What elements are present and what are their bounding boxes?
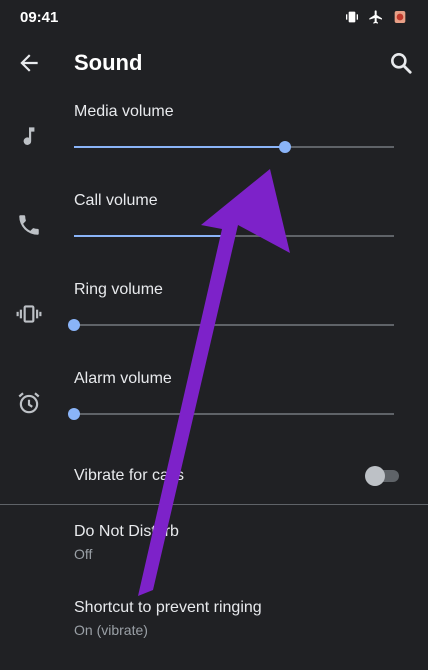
alarm-volume-slider[interactable] bbox=[68, 406, 394, 422]
status-icons bbox=[344, 9, 408, 25]
ring-volume-label: Ring volume bbox=[74, 281, 163, 298]
do-not-disturb-title[interactable]: Do Not Disturb bbox=[74, 523, 179, 541]
search-icon[interactable] bbox=[388, 50, 414, 76]
vibrate-for-calls-toggle[interactable] bbox=[365, 465, 399, 487]
alarm-volume-thumb[interactable] bbox=[68, 408, 80, 420]
vibrate-icon bbox=[16, 305, 42, 323]
call-volume-label: Call volume bbox=[74, 192, 158, 209]
divider bbox=[0, 504, 428, 505]
prevent-ringing-title[interactable]: Shortcut to prevent ringing bbox=[74, 599, 262, 617]
app-bar: Sound bbox=[0, 40, 428, 86]
arrow-back-icon[interactable] bbox=[16, 50, 42, 76]
call-volume-slider[interactable] bbox=[74, 228, 394, 244]
do-not-disturb-status: Off bbox=[74, 546, 93, 562]
annotation-arrow bbox=[138, 169, 290, 596]
ring-volume-slider[interactable] bbox=[68, 317, 394, 333]
music-note-icon bbox=[23, 127, 35, 145]
notification-icon bbox=[394, 11, 406, 23]
phone-icon bbox=[19, 215, 39, 235]
page-title: Sound bbox=[74, 50, 143, 75]
media-volume-slider[interactable] bbox=[74, 139, 394, 155]
status-clock: 09:41 bbox=[20, 8, 59, 26]
media-volume-label: Media volume bbox=[74, 103, 174, 120]
vibrate-icon bbox=[346, 11, 358, 23]
vibrate-for-calls-label: Vibrate for calls bbox=[74, 467, 184, 484]
airplane-icon bbox=[369, 10, 382, 24]
status-bar: 09:41 bbox=[0, 0, 428, 34]
ring-volume-thumb[interactable] bbox=[68, 319, 80, 331]
media-volume-thumb[interactable] bbox=[279, 141, 292, 153]
alarm-icon bbox=[18, 392, 40, 414]
prevent-ringing-status: On (vibrate) bbox=[74, 622, 148, 638]
alarm-volume-label: Alarm volume bbox=[74, 370, 172, 387]
